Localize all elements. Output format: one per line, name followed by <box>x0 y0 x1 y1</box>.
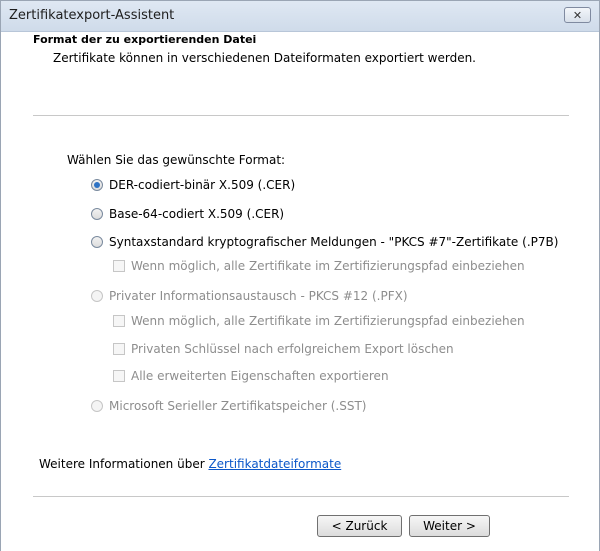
close-button[interactable]: ✕ <box>564 7 591 23</box>
radio-sst-label: Microsoft Serieller Zertifikatspeicher (… <box>109 399 367 413</box>
radio-sst[interactable] <box>91 400 103 412</box>
radio-der[interactable] <box>91 179 103 191</box>
radio-der-option[interactable]: DER-codiert-binär X.509 (.CER) <box>91 178 295 192</box>
close-icon: ✕ <box>572 8 583 22</box>
file-formats-link[interactable]: Zertifikatdateiformate <box>208 457 341 471</box>
checkbox-pkcs7-include-chain[interactable] <box>113 260 125 272</box>
radio-sst-option[interactable]: Microsoft Serieller Zertifikatspeicher (… <box>91 399 366 413</box>
checkbox-pkcs7-include-chain-label: Wenn möglich, alle Zertifikate im Zertif… <box>131 259 525 273</box>
more-info-text: Weitere Informationen über <box>39 457 209 471</box>
radio-pfx-option[interactable]: Privater Informationsaustausch - PKCS #1… <box>91 289 408 303</box>
radio-der-label[interactable]: DER-codiert-binär X.509 (.CER) <box>109 178 295 192</box>
page-title: Format der zu exportierenden Datei <box>33 33 257 46</box>
checkbox-export-properties[interactable] <box>113 370 125 382</box>
checkbox-delete-private-key-option[interactable]: Privaten Schlüssel nach erfolgreichem Ex… <box>113 342 454 356</box>
radio-base64-label[interactable]: Base-64-codiert X.509 (.CER) <box>109 207 284 221</box>
header-separator <box>33 115 569 117</box>
checkbox-pfx-include-chain-label: Wenn möglich, alle Zertifikate im Zertif… <box>131 314 525 328</box>
page-subtitle: Zertifikate können in verschiedenen Date… <box>53 51 476 65</box>
radio-pfx[interactable] <box>91 290 103 302</box>
checkbox-pfx-include-chain-option[interactable]: Wenn möglich, alle Zertifikate im Zertif… <box>113 314 525 328</box>
more-info-line: Weitere Informationen über Zertifikatdat… <box>39 457 341 471</box>
checkbox-pkcs7-include-chain-option[interactable]: Wenn möglich, alle Zertifikate im Zertif… <box>113 259 525 273</box>
wizard-window: Zertifikatexport-Assistent ✕ Format der … <box>0 0 600 551</box>
footer-separator <box>33 496 569 498</box>
radio-pkcs7-option[interactable]: Syntaxstandard kryptografischer Meldunge… <box>91 235 558 249</box>
checkbox-delete-private-key[interactable] <box>113 343 125 355</box>
checkbox-export-properties-option[interactable]: Alle erweiterten Eigenschaften exportier… <box>113 369 389 383</box>
radio-pkcs7[interactable] <box>91 236 103 248</box>
title-bar[interactable]: Zertifikatexport-Assistent ✕ <box>1 1 599 32</box>
radio-base64[interactable] <box>91 208 103 220</box>
checkbox-pfx-include-chain[interactable] <box>113 315 125 327</box>
next-button[interactable]: Weiter > <box>409 515 490 537</box>
radio-base64-option[interactable]: Base-64-codiert X.509 (.CER) <box>91 207 284 221</box>
back-button[interactable]: < Zurück <box>317 515 402 537</box>
window-title: Zertifikatexport-Assistent <box>9 8 175 23</box>
radio-pkcs7-label[interactable]: Syntaxstandard kryptografischer Meldunge… <box>109 235 558 249</box>
checkbox-delete-private-key-label: Privaten Schlüssel nach erfolgreichem Ex… <box>131 342 454 356</box>
format-prompt: Wählen Sie das gewünschte Format: <box>67 153 286 167</box>
checkbox-export-properties-label: Alle erweiterten Eigenschaften exportier… <box>131 369 389 383</box>
radio-pfx-label: Privater Informationsaustausch - PKCS #1… <box>109 289 408 303</box>
